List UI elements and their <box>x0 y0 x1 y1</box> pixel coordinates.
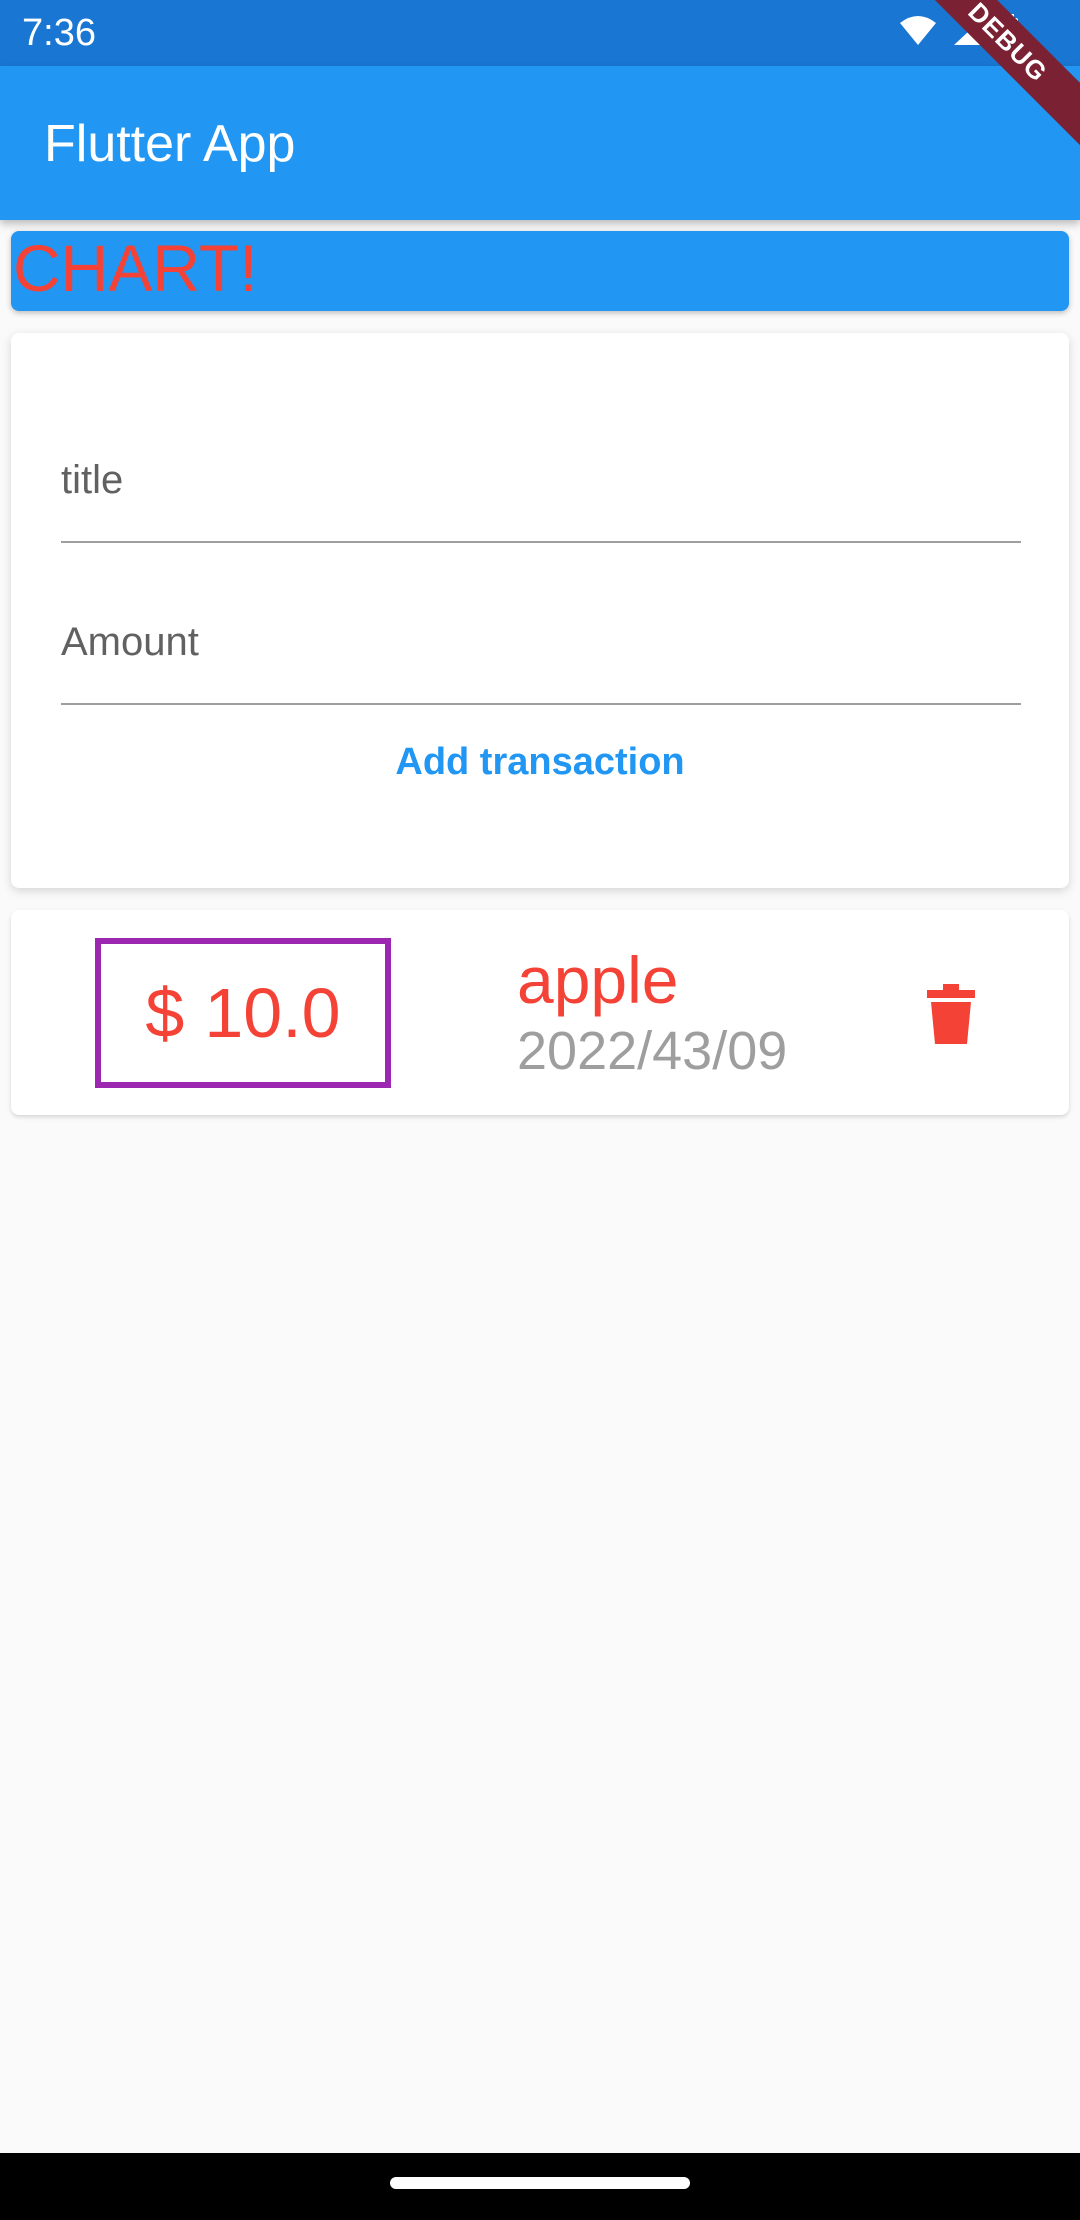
transaction-title: apple <box>517 943 679 1017</box>
transaction-date: 2022/43/09 <box>517 1021 788 1081</box>
system-navigation-bar <box>0 2153 1080 2220</box>
status-time: 7:36 <box>22 12 96 54</box>
amount-field-container <box>61 585 1021 705</box>
trash-icon <box>927 984 975 1044</box>
currency-symbol: $ <box>145 974 185 1052</box>
status-bar: 7:36 <box>0 0 1080 66</box>
title-field[interactable] <box>61 458 1021 503</box>
chart-label: CHART! <box>13 231 258 305</box>
app-bar: Flutter App <box>0 66 1080 220</box>
app-title: Flutter App <box>44 115 296 173</box>
delete-button[interactable] <box>921 982 981 1046</box>
wifi-icon <box>900 16 936 45</box>
title-field-container <box>61 423 1021 543</box>
add-transaction-button[interactable]: Add transaction <box>11 741 1069 784</box>
home-gesture-handle[interactable] <box>390 2177 690 2189</box>
amount-box: $ 10.0 <box>95 938 391 1088</box>
transaction-list-item: $ 10.0 apple 2022/43/09 <box>11 910 1069 1115</box>
chart-card: CHART! <box>11 231 1069 311</box>
new-transaction-form: Add transaction <box>11 333 1069 888</box>
amount-field[interactable] <box>61 620 1021 665</box>
transaction-amount: 10.0 <box>204 974 341 1052</box>
